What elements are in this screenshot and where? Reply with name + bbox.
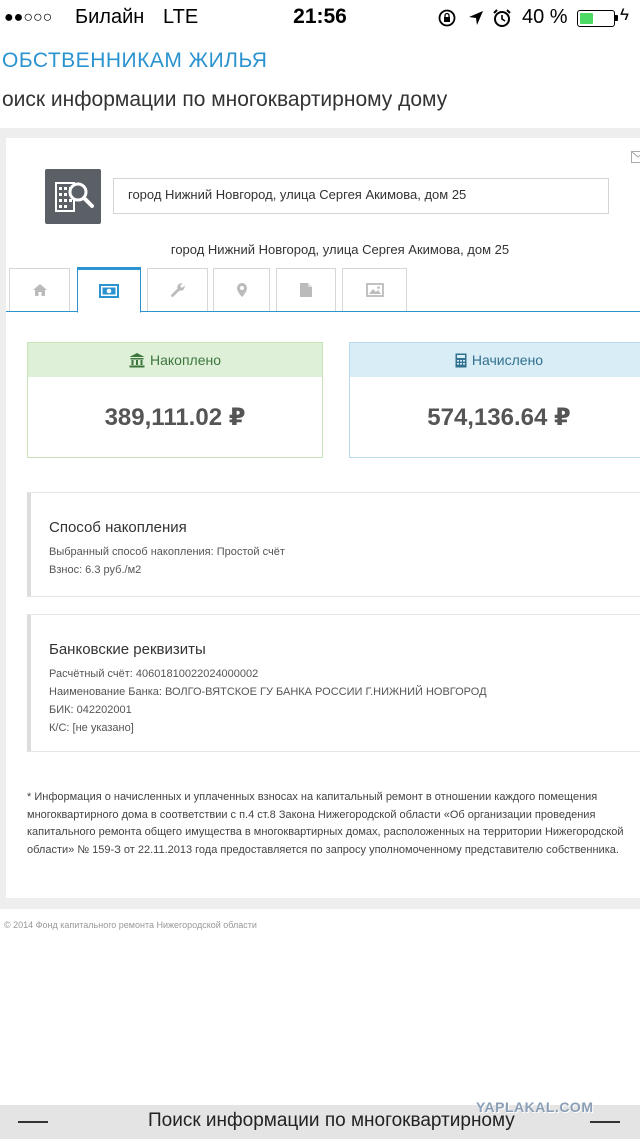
charged-card: Начислено 574,136.64 ₽ xyxy=(349,342,640,458)
bank-icon xyxy=(129,352,145,367)
charging-bolt-icon: ϟ xyxy=(620,5,629,24)
home-icon xyxy=(32,284,47,296)
tab-repair[interactable] xyxy=(147,268,208,311)
bank-details-title: Банковские реквизиты xyxy=(49,641,206,658)
tab-home[interactable] xyxy=(9,268,70,311)
bank-account-line: Расчётный счёт: 40601810022024000002 xyxy=(49,668,259,680)
location-arrow-icon xyxy=(469,11,483,25)
accumulated-value: 389,111.02 ₽ xyxy=(104,403,246,431)
browser-page-title[interactable]: Поиск информации по многоквартирному xyxy=(148,1110,515,1132)
accumulation-line: Выбранный способ накопления: Простой счё… xyxy=(49,546,285,558)
tab-documents[interactable] xyxy=(276,268,336,311)
money-icon xyxy=(99,284,119,298)
watermark: YAPLAKAL.COM xyxy=(476,1099,594,1115)
rotation-lock-icon xyxy=(438,9,456,27)
battery-icon xyxy=(577,10,615,27)
disclaimer-footnote: * Информация о начисленных и уплаченных … xyxy=(27,791,624,856)
accumulated-card: Накоплено 389,111.02 ₽ xyxy=(27,342,323,458)
bank-ks-line: К/С: [не указано] xyxy=(49,722,134,734)
battery-percent: 40 % xyxy=(522,6,568,28)
alarm-icon xyxy=(493,9,511,27)
charged-header: Начислено xyxy=(350,343,640,377)
charged-value: 574,136.64 ₽ xyxy=(427,403,571,431)
battery-level-fill xyxy=(580,13,593,24)
search-building-button[interactable] xyxy=(45,169,101,224)
status-bar: ●●○○○ Билайн LTE 21:56 40 % ϟ xyxy=(0,0,640,36)
bank-bik-line: БИК: 042202001 xyxy=(49,704,132,716)
accumulation-line: Взнос: 6.3 руб./м2 xyxy=(49,564,142,576)
tab-finance[interactable] xyxy=(77,267,141,313)
battery-tip xyxy=(615,15,618,21)
page-title: оиск информации по многоквартирному дому xyxy=(2,88,448,111)
menu-icon[interactable] xyxy=(18,1121,48,1123)
selected-address: город Нижний Новгород, улица Сергея Аким… xyxy=(170,242,510,257)
image-icon xyxy=(365,283,384,297)
accumulation-panel: Способ накопления Выбранный способ накоп… xyxy=(27,492,640,597)
menu-icon-right[interactable] xyxy=(590,1121,620,1123)
wrench-icon xyxy=(170,283,185,297)
map-marker-icon xyxy=(236,283,247,297)
document-icon xyxy=(300,283,312,297)
bank-details-panel: Банковские реквизиты Расчётный счёт: 406… xyxy=(27,614,640,752)
tab-photos[interactable] xyxy=(342,268,407,311)
accumulation-title: Способ накопления xyxy=(49,519,187,536)
address-search-input[interactable]: город Нижний Новгород, улица Сергея Аким… xyxy=(113,178,609,214)
tab-location[interactable] xyxy=(213,268,270,311)
copyright: © 2014 Фонд капитального ремонта Нижегор… xyxy=(4,920,257,930)
charged-label: Начислено xyxy=(471,352,544,368)
bank-name-line: Наименование Банка: ВОЛГО-ВЯТСКОЕ ГУ БАН… xyxy=(49,686,487,698)
accumulated-header: Накоплено xyxy=(28,343,322,377)
site-title[interactable]: ОБСТВЕННИКАМ ЖИЛЬЯ xyxy=(2,49,267,73)
building-search-icon xyxy=(55,182,94,212)
envelope-icon[interactable] xyxy=(631,151,640,163)
calculator-icon xyxy=(455,353,467,367)
accumulated-label: Накоплено xyxy=(149,352,222,368)
